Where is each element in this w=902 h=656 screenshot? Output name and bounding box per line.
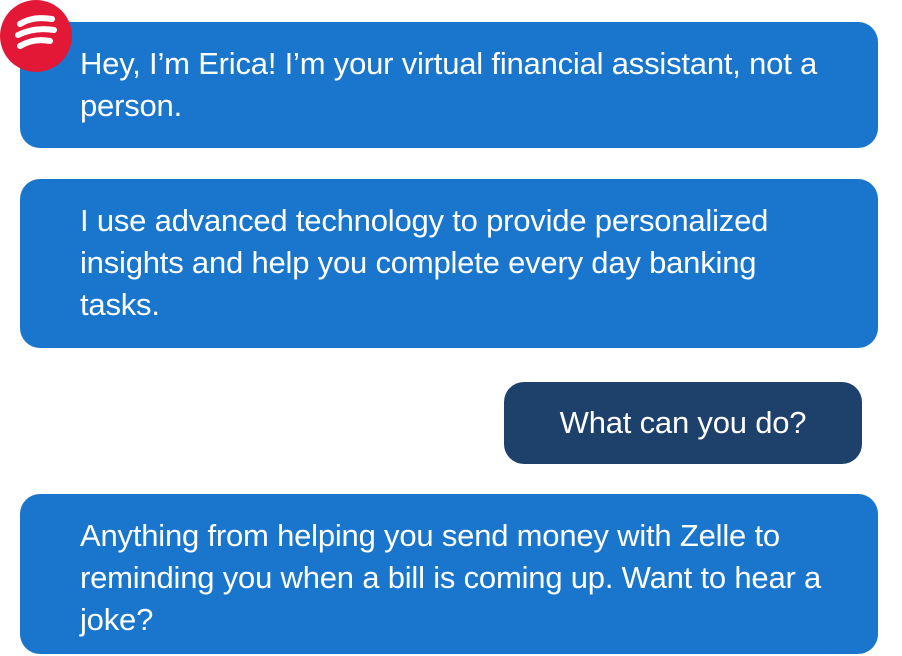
erica-logo-icon [15, 15, 57, 49]
user-message-bubble: What can you do? [504, 382, 862, 464]
erica-message-bubble: I use advanced technology to provide per… [20, 179, 878, 348]
message-text: Anything from helping you send money wit… [80, 518, 822, 637]
erica-message-bubble: Hey, I’m Erica! I’m your virtual financi… [20, 22, 878, 148]
erica-avatar [0, 0, 72, 72]
message-text: What can you do? [559, 405, 807, 440]
erica-message-bubble: Anything from helping you send money wit… [20, 494, 878, 654]
message-text: I use advanced technology to provide per… [80, 203, 769, 322]
message-text: Hey, I’m Erica! I’m your virtual financi… [80, 46, 818, 123]
chat-transcript: Hey, I’m Erica! I’m your virtual financi… [0, 0, 902, 656]
